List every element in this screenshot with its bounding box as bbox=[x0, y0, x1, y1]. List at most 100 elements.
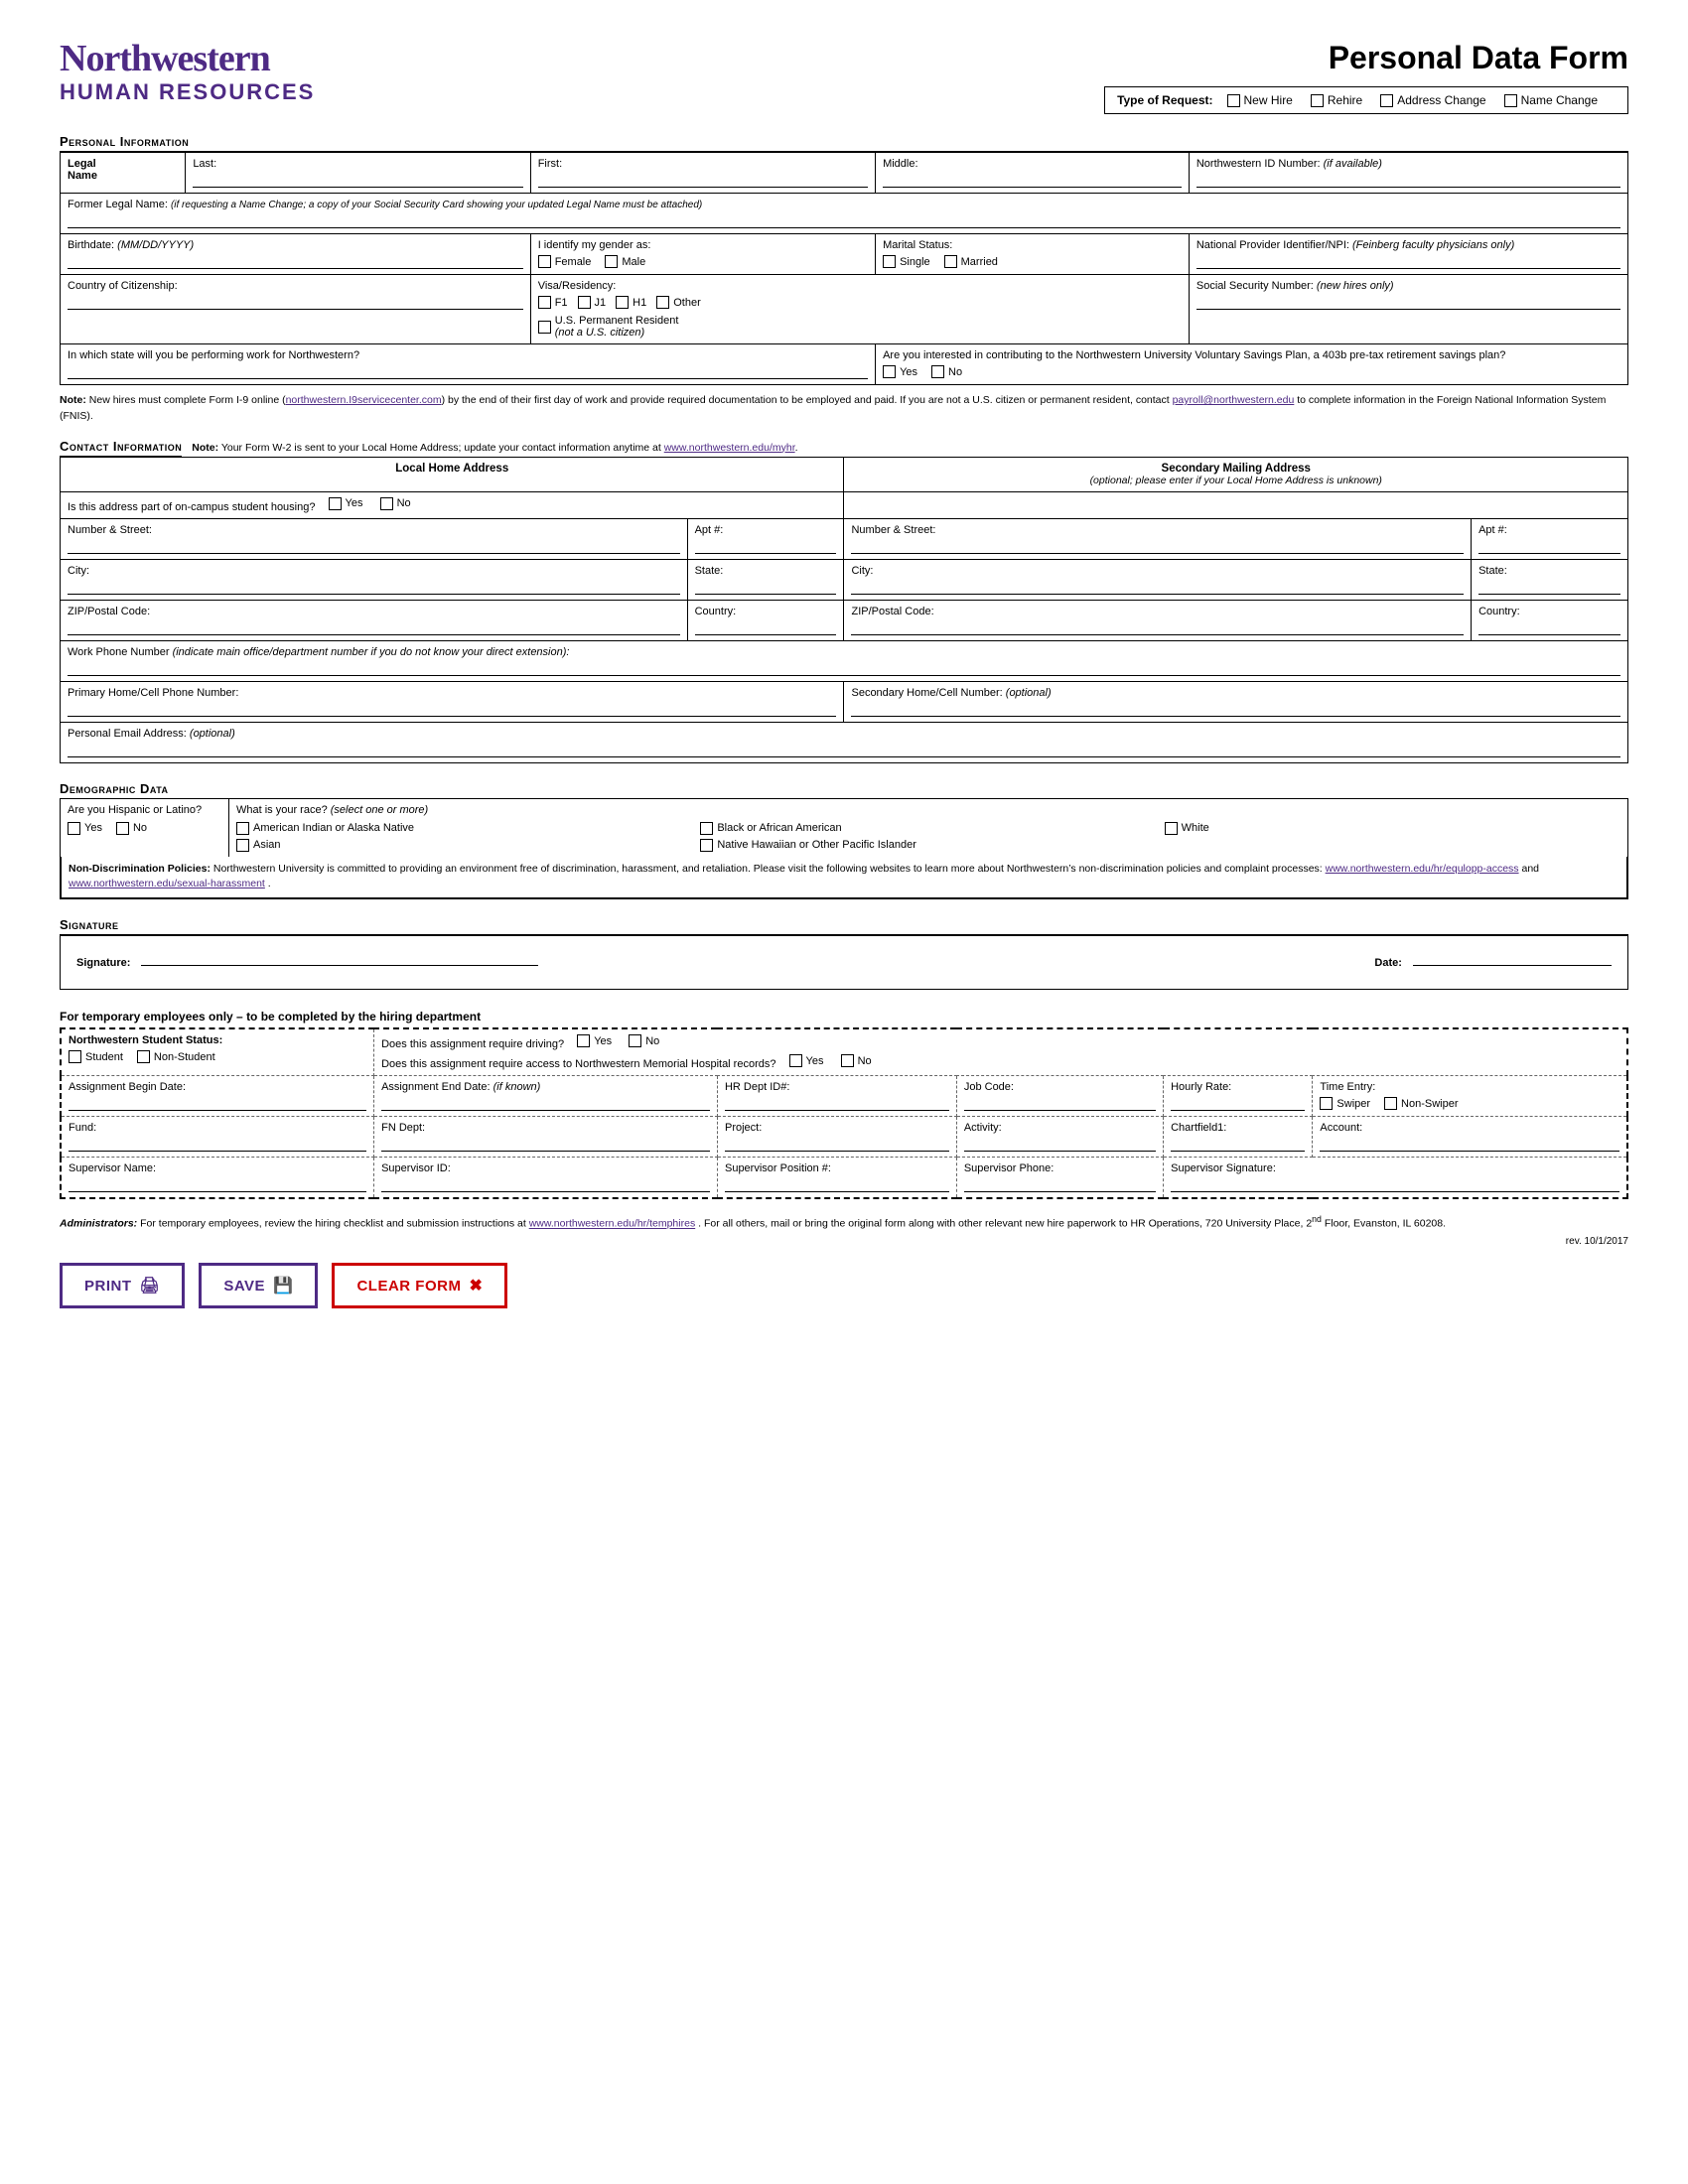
non-disc-link1[interactable]: www.northwestern.edu/hr/equlopp-access bbox=[1326, 863, 1519, 875]
marital-single[interactable]: Single bbox=[883, 255, 930, 268]
number-street-field-sec[interactable] bbox=[851, 538, 1464, 554]
marital-married[interactable]: Married bbox=[944, 255, 998, 268]
hispanic-no[interactable]: No bbox=[116, 822, 147, 835]
hospital-yes[interactable]: Yes bbox=[789, 1054, 824, 1067]
checkbox-female[interactable] bbox=[538, 255, 551, 268]
chartfield1-field[interactable] bbox=[1171, 1136, 1305, 1152]
myhr-link[interactable]: www.northwestern.edu/myhr bbox=[664, 442, 795, 454]
housing-yes[interactable]: Yes bbox=[329, 497, 363, 510]
gender-male[interactable]: Male bbox=[605, 255, 645, 268]
checkbox-savings-yes[interactable] bbox=[883, 365, 896, 378]
visa-f1[interactable]: F1 bbox=[538, 296, 568, 309]
gender-female[interactable]: Female bbox=[538, 255, 592, 268]
i9-link[interactable]: northwestern.I9servicecenter.com bbox=[286, 394, 442, 406]
checkbox-non-swiper[interactable] bbox=[1384, 1097, 1397, 1110]
clear-button[interactable]: CLEAR FORM ✖ bbox=[332, 1263, 507, 1308]
checkbox-race-white[interactable] bbox=[1165, 822, 1178, 835]
race-white[interactable]: White bbox=[1165, 822, 1615, 835]
race-american-indian[interactable]: American Indian or Alaska Native bbox=[236, 822, 686, 835]
checkbox-single[interactable] bbox=[883, 255, 896, 268]
temphires-link[interactable]: www.northwestern.edu/hr/temphires bbox=[529, 1218, 696, 1230]
checkbox-housing-yes[interactable] bbox=[329, 497, 342, 510]
secondary-phone-field[interactable] bbox=[851, 701, 1620, 717]
checkbox-hospital-no[interactable] bbox=[841, 1054, 854, 1067]
hr-dept-field[interactable] bbox=[725, 1095, 949, 1111]
email-field[interactable] bbox=[68, 742, 1620, 757]
zip-field-sec[interactable] bbox=[851, 619, 1464, 635]
checkbox-h1[interactable] bbox=[616, 296, 629, 309]
fund-field[interactable] bbox=[69, 1136, 366, 1152]
visa-h1[interactable]: H1 bbox=[616, 296, 646, 309]
checkbox-race-asian[interactable] bbox=[236, 839, 249, 852]
request-newhire[interactable]: New Hire bbox=[1227, 93, 1293, 107]
activity-field[interactable] bbox=[964, 1136, 1156, 1152]
zip-field-local[interactable] bbox=[68, 619, 680, 635]
checkbox-married[interactable] bbox=[944, 255, 957, 268]
checkbox-race-ai[interactable] bbox=[236, 822, 249, 835]
fn-dept-field[interactable] bbox=[381, 1136, 710, 1152]
supervisor-sig-field[interactable] bbox=[1171, 1176, 1619, 1192]
checkbox-hispanic-no[interactable] bbox=[116, 822, 129, 835]
non-swiper-option[interactable]: Non-Swiper bbox=[1384, 1097, 1458, 1110]
birthdate-field[interactable] bbox=[68, 253, 523, 269]
checkbox-savings-no[interactable] bbox=[931, 365, 944, 378]
supervisor-position-field[interactable] bbox=[725, 1176, 949, 1192]
checkbox-perm[interactable] bbox=[538, 321, 551, 334]
driving-no[interactable]: No bbox=[629, 1034, 659, 1047]
work-phone-field[interactable] bbox=[68, 660, 1620, 676]
state-field-local[interactable] bbox=[695, 579, 837, 595]
former-legal-field[interactable] bbox=[68, 212, 1620, 228]
hourly-rate-field[interactable] bbox=[1171, 1095, 1305, 1111]
checkbox-non-student[interactable] bbox=[137, 1050, 150, 1063]
savings-no[interactable]: No bbox=[931, 365, 962, 378]
assignment-end-field[interactable] bbox=[381, 1095, 710, 1111]
race-asian[interactable]: Asian bbox=[236, 839, 686, 852]
apt-field-local[interactable] bbox=[695, 538, 837, 554]
housing-no[interactable]: No bbox=[380, 497, 411, 510]
checkbox-male[interactable] bbox=[605, 255, 618, 268]
checkbox-student[interactable] bbox=[69, 1050, 81, 1063]
checkbox-rehire[interactable] bbox=[1311, 94, 1324, 107]
supervisor-id-field[interactable] bbox=[381, 1176, 710, 1192]
checkbox-hispanic-yes[interactable] bbox=[68, 822, 80, 835]
payroll-link[interactable]: payroll@northwestern.edu bbox=[1173, 394, 1295, 406]
checkbox-address[interactable] bbox=[1380, 94, 1393, 107]
first-field[interactable] bbox=[538, 172, 868, 188]
checkbox-newhire[interactable] bbox=[1227, 94, 1240, 107]
visa-j1[interactable]: J1 bbox=[578, 296, 607, 309]
npi-field[interactable] bbox=[1196, 253, 1620, 269]
student-option[interactable]: Student bbox=[69, 1050, 123, 1063]
visa-other[interactable]: Other bbox=[656, 296, 701, 309]
request-namechange[interactable]: Name Change bbox=[1504, 93, 1598, 107]
perm-resident[interactable]: U.S. Permanent Resident (not a U.S. citi… bbox=[538, 315, 679, 339]
ssn-field[interactable] bbox=[1196, 294, 1620, 310]
hispanic-yes[interactable]: Yes bbox=[68, 822, 102, 835]
checkbox-race-pacific[interactable] bbox=[700, 839, 713, 852]
hospital-no[interactable]: No bbox=[841, 1054, 872, 1067]
project-field[interactable] bbox=[725, 1136, 949, 1152]
checkbox-other[interactable] bbox=[656, 296, 669, 309]
non-student-option[interactable]: Non-Student bbox=[137, 1050, 215, 1063]
last-field[interactable] bbox=[193, 172, 522, 188]
city-field-sec[interactable] bbox=[851, 579, 1464, 595]
request-rehire[interactable]: Rehire bbox=[1311, 93, 1362, 107]
supervisor-phone-field[interactable] bbox=[964, 1176, 1156, 1192]
driving-yes[interactable]: Yes bbox=[577, 1034, 612, 1047]
supervisor-name-field[interactable] bbox=[69, 1176, 366, 1192]
apt-field-sec[interactable] bbox=[1478, 538, 1620, 554]
non-disc-link2[interactable]: www.northwestern.edu/sexual-harassment bbox=[69, 878, 265, 889]
account-field[interactable] bbox=[1320, 1136, 1619, 1152]
checkbox-housing-no[interactable] bbox=[380, 497, 393, 510]
state-field-sec[interactable] bbox=[1478, 579, 1620, 595]
race-black[interactable]: Black or African American bbox=[700, 822, 1150, 835]
savings-yes[interactable]: Yes bbox=[883, 365, 917, 378]
swiper-option[interactable]: Swiper bbox=[1320, 1097, 1370, 1110]
request-address[interactable]: Address Change bbox=[1380, 93, 1485, 107]
checkbox-race-black[interactable] bbox=[700, 822, 713, 835]
race-pacific[interactable]: Native Hawaiian or Other Pacific Islande… bbox=[700, 839, 1615, 852]
citizenship-field[interactable] bbox=[68, 294, 523, 310]
job-code-field[interactable] bbox=[964, 1095, 1156, 1111]
country-field-sec[interactable] bbox=[1478, 619, 1620, 635]
middle-field[interactable] bbox=[883, 172, 1182, 188]
checkbox-driving-no[interactable] bbox=[629, 1034, 641, 1047]
